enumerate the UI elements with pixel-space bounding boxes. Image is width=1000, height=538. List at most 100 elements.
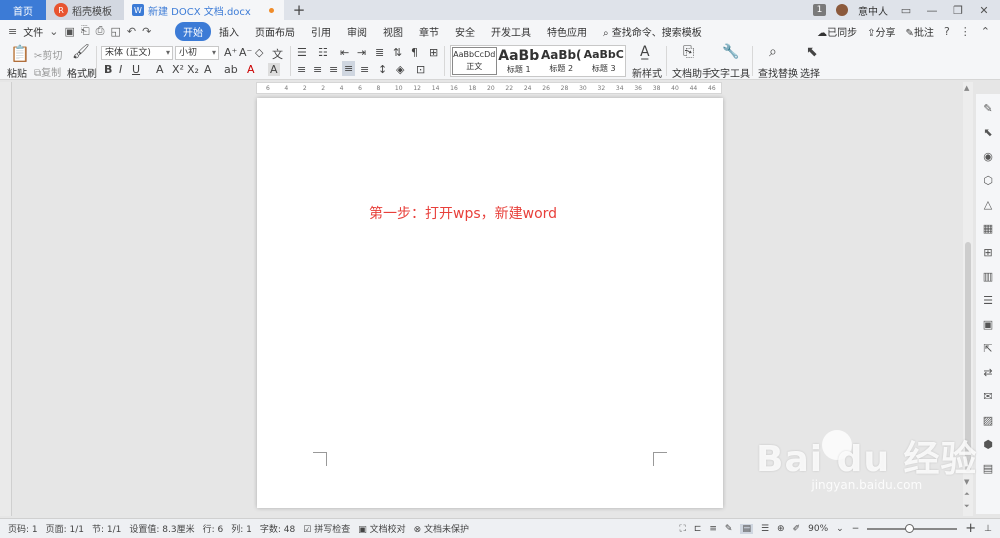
clear-format-icon[interactable]: ◇	[255, 46, 263, 59]
list-icon[interactable]: ≡	[709, 524, 717, 534]
horizontal-ruler[interactable]: 6 4 2 2 4 6 8 10 12 14 16 18 20 22 24 26 28 30 32 34 36 38 40 4…	[256, 82, 722, 94]
zoom-slider[interactable]	[867, 523, 958, 533]
style-normal[interactable]: AaBbCcDd 正文	[452, 47, 497, 75]
mail-icon[interactable]: ✉	[981, 390, 995, 404]
decrease-indent-icon[interactable]: ⇤	[340, 46, 349, 59]
zoom-slider-thumb[interactable]	[905, 523, 915, 533]
italic-icon[interactable]: I	[119, 63, 122, 76]
section-count[interactable]: 节: 1/1	[92, 522, 121, 535]
font-color-a-icon[interactable]: A	[156, 63, 164, 76]
export-icon[interactable]: ⎗	[81, 24, 90, 38]
menu-view[interactable]: 视图	[375, 24, 411, 39]
select-button[interactable]: 选择	[800, 65, 820, 80]
page-count[interactable]: 页面: 1/1	[46, 522, 84, 535]
style-heading-2[interactable]: AaBb( 标题 2	[540, 46, 583, 76]
page-number[interactable]: 页码: 1	[8, 522, 38, 535]
command-search[interactable]: ⌕ 查找命令、搜索模板	[595, 24, 710, 39]
wrench-icon[interactable]: 🔧	[722, 44, 739, 60]
tab-template[interactable]: R 稻壳模板	[46, 0, 124, 20]
cut-button[interactable]: ✂剪切	[34, 47, 62, 62]
window-count-badge[interactable]: 1	[813, 4, 826, 16]
shield-icon[interactable]: ⬢	[981, 438, 995, 452]
numbered-list-icon[interactable]: ☷	[318, 46, 328, 59]
paste-button[interactable]: 粘贴	[7, 65, 27, 80]
menu-features[interactable]: 特色应用	[539, 24, 595, 39]
sync-button[interactable]: ☁已同步	[817, 24, 857, 39]
reading-view-icon[interactable]: ✐	[793, 524, 801, 534]
border-icon[interactable]: ⊡	[416, 63, 425, 76]
next-page-icon[interactable]: ⏷	[964, 502, 970, 511]
borders-icon[interactable]: ⊞	[429, 46, 438, 59]
distributed-icon[interactable]: ≡	[360, 63, 369, 76]
apps-icon[interactable]: ⊞	[981, 246, 995, 260]
chinese-layout-icon[interactable]: ≣	[375, 46, 384, 59]
restore-icon[interactable]: ❐	[950, 4, 966, 17]
document-page[interactable]: 第一步：打开wps，新建word	[257, 98, 723, 508]
window-layout-icon[interactable]: ▭	[898, 4, 914, 17]
paste-icon[interactable]: 📋	[10, 44, 30, 63]
more-icon[interactable]: ⋮	[960, 25, 971, 38]
new-style-icon[interactable]: A̲	[640, 44, 650, 60]
text-effect-icon[interactable]: A	[204, 63, 212, 76]
vertical-ruler[interactable]	[0, 82, 12, 516]
row-number[interactable]: 行: 6	[203, 522, 224, 535]
minimize-icon[interactable]: —	[924, 4, 940, 17]
brush-icon[interactable]: 🖌	[72, 44, 90, 60]
line-spacing-icon[interactable]: ↕	[378, 63, 387, 76]
file-menu[interactable]: 文件	[23, 24, 43, 39]
style-heading-1[interactable]: AaBb 标题 1	[498, 46, 541, 76]
table-icon[interactable]: ▦	[981, 222, 995, 236]
outline-view-icon[interactable]: ☰	[761, 524, 769, 534]
grow-font-icon[interactable]: A⁺	[224, 46, 237, 59]
ruler-toggle-icon[interactable]: ⊥	[984, 524, 992, 534]
collapse-ribbon-icon[interactable]: ⌃	[981, 25, 990, 38]
menu-page-layout[interactable]: 页面布局	[247, 24, 303, 39]
highlight-icon[interactable]: ab	[224, 63, 238, 76]
menu-chapter[interactable]: 章节	[411, 24, 447, 39]
char-shading-icon[interactable]: A	[268, 63, 280, 76]
edit-icon[interactable]: ✎	[981, 102, 995, 116]
menu-review[interactable]: 审阅	[339, 24, 375, 39]
menu-security[interactable]: 安全	[447, 24, 483, 39]
chevron-down-icon[interactable]: ⌄	[836, 524, 844, 534]
bullet-list-icon[interactable]: ☰	[297, 46, 307, 59]
align-right-icon[interactable]: ≡	[329, 63, 338, 76]
menu-insert[interactable]: 插入	[211, 24, 247, 39]
menu-references[interactable]: 引用	[303, 24, 339, 39]
align-center-icon[interactable]: ≡	[313, 63, 322, 76]
fullscreen-icon[interactable]: ⛶	[680, 524, 686, 534]
user-name[interactable]: 意中人	[858, 3, 888, 18]
copy-button[interactable]: ⧉复制	[34, 64, 61, 79]
hamburger-icon[interactable]: ≡	[8, 25, 17, 38]
format-painter-button[interactable]: 格式刷	[67, 65, 97, 80]
sort-icon[interactable]: ⇅	[393, 46, 402, 59]
drive-icon[interactable]: △	[981, 198, 995, 212]
justify-icon[interactable]: ≡	[342, 61, 356, 76]
spell-check-button[interactable]: ☑ 拼写检查	[303, 522, 350, 535]
help-icon[interactable]: ?	[944, 25, 950, 38]
image-icon[interactable]: ▣	[981, 318, 995, 332]
toolbox-icon[interactable]: ▤	[981, 462, 995, 476]
style-heading-3[interactable]: AaBbC 标题 3	[583, 46, 626, 76]
chevron-down-icon[interactable]: ⌄	[49, 25, 58, 38]
menu-home[interactable]: 开始	[175, 21, 211, 41]
avatar[interactable]	[836, 4, 848, 16]
word-count[interactable]: 字数: 48	[260, 522, 295, 535]
pen-icon[interactable]: ✎	[725, 524, 733, 534]
protect-button[interactable]: ⊗ 文档未保护	[414, 522, 469, 535]
translate-icon[interactable]: ⇄	[981, 366, 995, 380]
setting-value[interactable]: 设置值: 8.3厘米	[129, 522, 194, 535]
new-tab-button[interactable]: +	[284, 0, 314, 20]
font-size-select[interactable]: 小初	[175, 46, 219, 60]
document-text[interactable]: 第一步：打开wps，新建word	[369, 203, 557, 223]
superscript-icon[interactable]: X²	[172, 63, 184, 76]
proofread-button[interactable]: ▣ 文档校对	[358, 522, 405, 535]
comment-button[interactable]: ✎批注	[906, 24, 934, 39]
split-icon[interactable]: ⊏	[694, 524, 702, 534]
zoom-out-icon[interactable]: −	[852, 524, 860, 534]
cursor-icon[interactable]: ⬉	[981, 126, 995, 140]
subscript-icon[interactable]: X₂	[187, 63, 199, 76]
font-name-select[interactable]: 宋体 (正文)	[101, 46, 173, 60]
chart-icon[interactable]: ▥	[981, 270, 995, 284]
preview-icon[interactable]: ◱	[110, 25, 120, 38]
